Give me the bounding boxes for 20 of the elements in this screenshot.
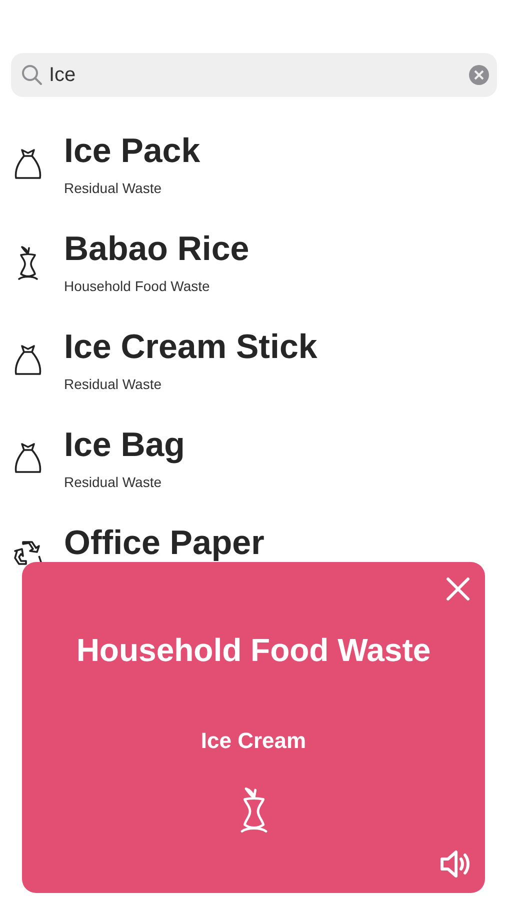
popup-category: Household Food Waste — [76, 631, 431, 670]
trash-bag-icon — [13, 343, 43, 377]
item-name[interactable]: Babao Rice — [64, 229, 250, 269]
item-category: Household Food Waste — [64, 277, 210, 296]
item-category: Residual Waste — [64, 473, 162, 492]
item-name[interactable]: Ice Pack — [64, 131, 200, 171]
search-field[interactable]: Ice — [11, 53, 497, 97]
item-category: Residual Waste — [64, 375, 162, 394]
item-name[interactable]: Ice Cream Stick — [64, 327, 318, 367]
close-button[interactable] — [445, 576, 471, 602]
clear-button[interactable] — [469, 65, 489, 85]
item-name[interactable]: Ice Bag — [64, 425, 185, 465]
search-icon — [21, 64, 43, 86]
close-icon — [474, 70, 484, 80]
item-category: Residual Waste — [64, 179, 162, 198]
trash-bag-icon — [13, 441, 43, 475]
item-name[interactable]: Office Paper — [64, 523, 264, 563]
search-input[interactable]: Ice — [49, 64, 463, 86]
popup-item-name: Ice Cream — [200, 728, 306, 754]
trash-bag-icon — [13, 147, 43, 181]
